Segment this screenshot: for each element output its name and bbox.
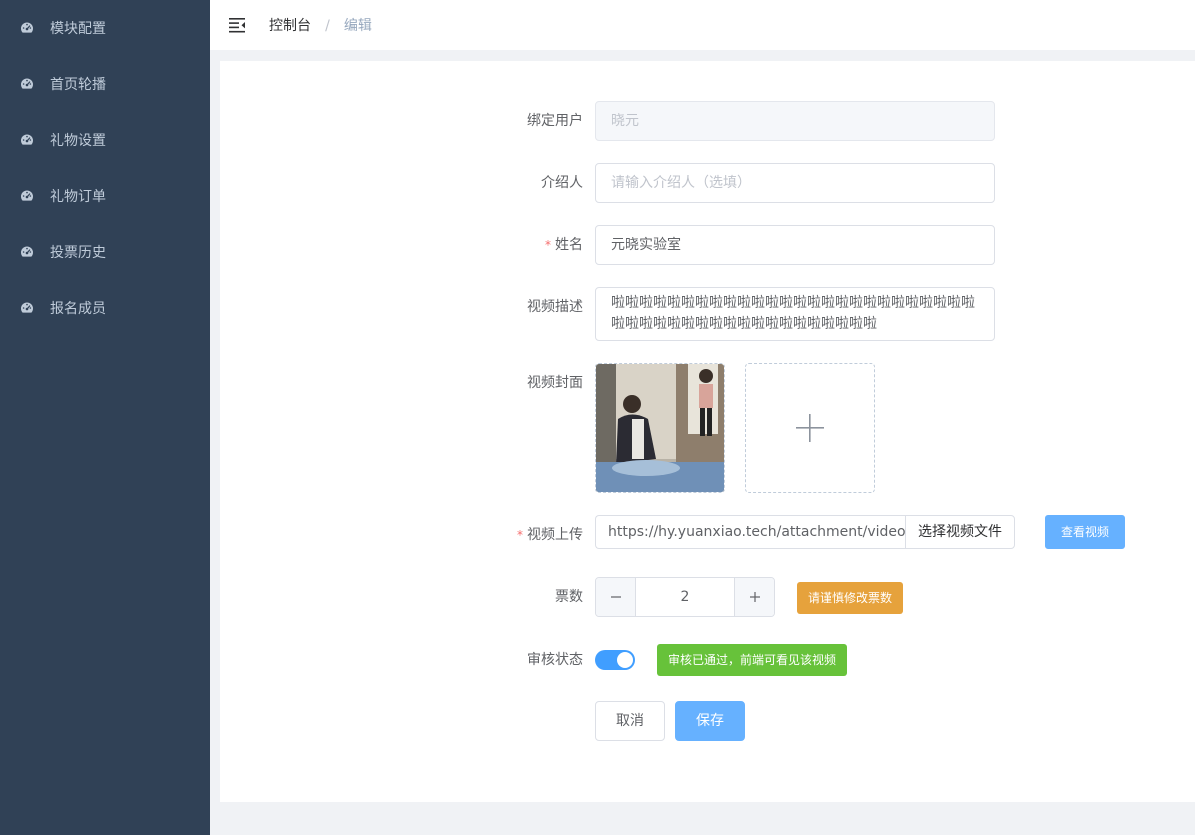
votes-label: 票数 xyxy=(555,589,583,605)
dashboard-icon xyxy=(20,77,34,91)
dashboard-icon xyxy=(20,21,34,35)
sidebar-item-gift-orders[interactable]: 礼物订单 xyxy=(0,168,210,224)
form-label: * 姓名 xyxy=(220,225,595,265)
form-row-actions: 取消 保存 xyxy=(220,701,745,741)
menu-fold-icon[interactable] xyxy=(227,15,247,35)
sidebar-item-label: 报名成员 xyxy=(50,301,106,317)
sidebar: 模块配置 首页轮播 礼物设置 礼物订单 投票历史 报名成员 xyxy=(0,0,210,835)
decrement-button[interactable] xyxy=(596,578,636,616)
form-label: * 视频上传 xyxy=(220,515,595,555)
form-row-description: 视频描述 啦啦啦啦啦啦啦啦啦啦啦啦啦啦啦啦啦啦啦啦啦啦啦啦啦啦啦啦啦啦啦啦啦啦啦… xyxy=(220,287,995,341)
cover-image-thumbnail[interactable] xyxy=(595,363,725,493)
form-label: 票数 xyxy=(220,577,595,617)
form-label: 介绍人 xyxy=(220,163,595,203)
breadcrumb: 控制台 / 编辑 xyxy=(269,15,372,35)
sidebar-item-label: 礼物订单 xyxy=(50,189,106,205)
review-status-label: 审核状态 xyxy=(527,652,583,668)
votes-warning-button[interactable]: 请谨慎修改票数 xyxy=(797,582,904,614)
required-mark: * xyxy=(517,528,523,542)
form-label: 视频描述 xyxy=(220,287,595,327)
breadcrumb-home[interactable]: 控制台 xyxy=(269,18,311,34)
form-row-referrer: 介绍人 请输入介绍人（选填） xyxy=(220,163,995,203)
sidebar-item-gift-settings[interactable]: 礼物设置 xyxy=(0,112,210,168)
view-video-button[interactable]: 查看视频 xyxy=(1045,515,1125,549)
form-row-bind-user: 绑定用户 晓元 xyxy=(220,101,995,141)
form-label: 绑定用户 xyxy=(220,101,595,141)
edit-form-card: 绑定用户 晓元 介绍人 请输入介绍人（选填） * 姓名 元晓实验室 视频描述 啦啦… xyxy=(220,61,1195,802)
dashboard-icon xyxy=(20,133,34,147)
referrer-input[interactable]: 请输入介绍人（选填） xyxy=(595,163,995,203)
sidebar-item-label: 礼物设置 xyxy=(50,133,106,149)
plus-icon xyxy=(749,592,760,602)
increment-button[interactable] xyxy=(734,578,774,616)
sidebar-item-label: 模块配置 xyxy=(50,21,106,37)
dashboard-icon xyxy=(20,189,34,203)
votes-stepper: 2 xyxy=(595,577,775,617)
video-upload-group: https://hy.yuanxiao.tech/attachment/vide… xyxy=(595,515,1015,549)
form-label: 审核状态 xyxy=(220,640,595,680)
description-textarea[interactable]: 啦啦啦啦啦啦啦啦啦啦啦啦啦啦啦啦啦啦啦啦啦啦啦啦啦啦啦啦啦啦啦啦啦啦啦啦啦啦啦啦… xyxy=(595,287,995,341)
breadcrumb-current: 编辑 xyxy=(343,18,372,34)
video-upload-label: 视频上传 xyxy=(527,527,583,543)
sidebar-item-vote-history[interactable]: 投票历史 xyxy=(0,224,210,280)
description-label: 视频描述 xyxy=(527,299,583,315)
review-status-toggle[interactable] xyxy=(595,650,635,670)
bind-user-field: 晓元 xyxy=(595,101,995,141)
votes-input[interactable]: 2 xyxy=(636,578,734,616)
cover-photo xyxy=(596,364,724,492)
top-navbar: 控制台 / 编辑 xyxy=(210,0,1195,50)
cancel-button[interactable]: 取消 xyxy=(595,701,665,741)
form-row-name: * 姓名 元晓实验室 xyxy=(220,225,995,265)
bind-user-label: 绑定用户 xyxy=(527,113,583,129)
form-row-review-status: 审核状态 审核已通过，前端可看见该视频 xyxy=(220,640,848,680)
form-row-cover: 视频封面 xyxy=(220,363,895,493)
sidebar-item-label: 首页轮播 xyxy=(50,77,106,93)
dashboard-icon xyxy=(20,245,34,259)
sidebar-item-label: 投票历史 xyxy=(50,245,106,261)
sidebar-item-home-carousel[interactable]: 首页轮播 xyxy=(0,56,210,112)
name-input[interactable]: 元晓实验室 xyxy=(595,225,995,265)
add-cover-button[interactable] xyxy=(745,363,875,493)
dashboard-icon xyxy=(20,301,34,315)
breadcrumb-separator: / xyxy=(325,18,330,34)
minus-icon xyxy=(610,596,621,598)
form-row-video-upload: * 视频上传 https://hy.yuanxiao.tech/attachmen… xyxy=(220,515,1125,555)
toggle-knob xyxy=(617,652,633,668)
form-label: 视频封面 xyxy=(220,363,595,403)
required-mark: * xyxy=(545,238,551,252)
form-row-votes: 票数 2 请谨慎修改票数 xyxy=(220,577,904,617)
referrer-label: 介绍人 xyxy=(541,175,583,191)
video-url-input[interactable]: https://hy.yuanxiao.tech/attachment/vide… xyxy=(595,515,905,549)
review-status-tag: 审核已通过，前端可看见该视频 xyxy=(657,644,848,676)
sidebar-item-members[interactable]: 报名成员 xyxy=(0,280,210,336)
save-button[interactable]: 保存 xyxy=(675,701,745,741)
cover-label: 视频封面 xyxy=(527,375,583,391)
choose-video-button[interactable]: 选择视频文件 xyxy=(905,515,1015,549)
sidebar-item-module-config[interactable]: 模块配置 xyxy=(0,0,210,56)
plus-icon xyxy=(796,414,824,442)
name-label: 姓名 xyxy=(555,237,583,253)
